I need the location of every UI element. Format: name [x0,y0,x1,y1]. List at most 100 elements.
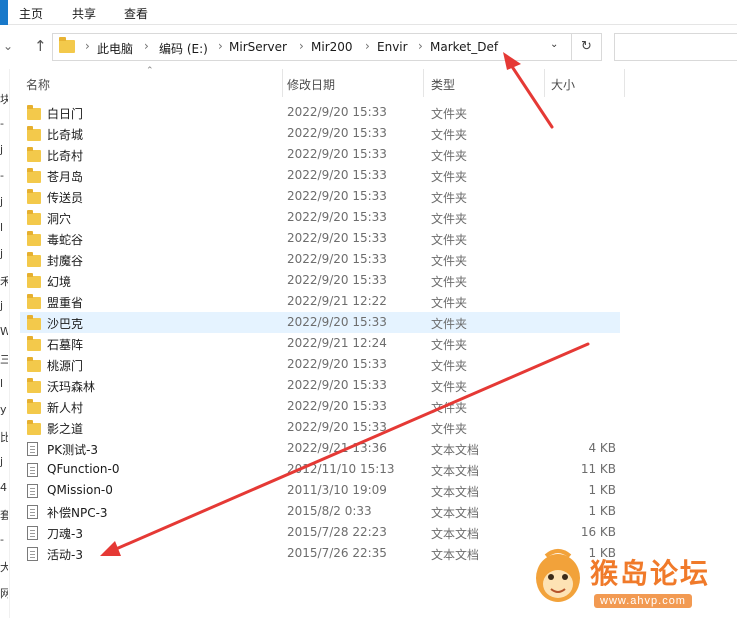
folder-icon [27,399,41,414]
column-header-name[interactable]: 名称 [20,69,282,99]
navigation-pane[interactable]: 块-j-jlj禾jW三ly比j4套-大网 [0,69,8,618]
file-row[interactable]: 石墓阵 2022/9/21 12:24 文件夹 [20,333,620,354]
file-name: 沃玛森林 [47,380,96,394]
file-list: 白日门 2022/9/20 15:33 文件夹 比奇城 2022/9/20 15:33 文… [20,102,620,564]
nav-pane-item[interactable]: j [0,195,8,208]
nav-pane-item[interactable]: 三 [0,351,8,367]
file-name: 幻境 [47,275,72,289]
chevron-down-icon[interactable]: ⌄ [550,39,558,50]
nav-pane-item[interactable]: - [0,169,8,182]
file-size: 1 KB [588,504,616,518]
folder-icon [27,378,41,393]
file-row[interactable]: 桃源门 2022/9/20 15:33 文件夹 [20,354,620,375]
text-document-icon [27,484,38,498]
nav-pane-item[interactable]: 网 [0,585,8,601]
nav-pane-item[interactable]: 块 [0,91,8,107]
file-name: QFunction-0 [47,462,120,476]
file-row[interactable]: 新人村 2022/9/20 15:33 文件夹 [20,396,620,417]
crumb-market-def[interactable]: Market_Def [430,40,498,54]
file-row[interactable]: 白日门 2022/9/20 15:33 文件夹 [20,102,620,123]
chevron-right-icon[interactable]: › [85,39,90,53]
up-arrow-icon[interactable]: ↑ [34,37,47,55]
chevron-right-icon[interactable]: › [365,39,370,53]
file-modified-date: 2022/9/20 15:33 [287,210,387,224]
file-modified-date: 2022/9/20 15:33 [287,147,387,161]
file-modified-date: 2022/9/20 15:33 [287,168,387,182]
nav-pane-item[interactable]: 禾 [0,273,8,289]
nav-pane-item[interactable]: y [0,403,8,416]
monkey-logo-icon [536,549,580,602]
file-row[interactable]: 补偿NPC-3 2015/8/2 0:33 文本文档 1 KB [20,501,620,522]
folder-icon [27,336,41,351]
crumb-mirserver[interactable]: MirServer [229,40,287,54]
folder-icon [27,315,41,330]
file-row[interactable]: 比奇城 2022/9/20 15:33 文件夹 [20,123,620,144]
crumb-drive[interactable]: 编码 (E:) [159,40,208,57]
column-header-type[interactable]: 类型 [424,69,544,99]
file-row[interactable]: 毒蛇谷 2022/9/20 15:33 文件夹 [20,228,620,249]
file-tab[interactable] [0,0,8,25]
file-modified-date: 2022/9/20 15:33 [287,315,387,329]
file-size: 16 KB [580,525,616,539]
file-row[interactable]: QFunction-0 2012/11/10 15:13 文本文档 11 KB [20,459,620,480]
nav-pane-item[interactable]: j [0,299,8,312]
nav-pane-item[interactable]: 4 [0,481,8,494]
folder-icon [27,357,41,372]
file-row[interactable]: 传送员 2022/9/20 15:33 文件夹 [20,186,620,207]
pane-divider[interactable] [9,69,10,618]
chevron-right-icon[interactable]: › [144,39,149,53]
chevron-right-icon[interactable]: › [218,39,223,53]
file-name: 苍月岛 [47,170,84,184]
nav-pane-item[interactable]: - [0,533,8,546]
file-row[interactable]: PK测试-3 2022/9/21 13:36 文本文档 4 KB [20,438,620,459]
file-name: 洞穴 [47,212,72,226]
tab-view[interactable]: 查看 [124,5,148,22]
file-modified-date: 2022/9/20 15:33 [287,378,387,392]
nav-pane-item[interactable]: 比 [0,429,8,445]
nav-pane-item[interactable]: j [0,455,8,468]
tab-share[interactable]: 共享 [72,5,96,22]
folder-icon [27,126,41,141]
chevron-right-icon[interactable]: › [418,39,423,53]
column-divider[interactable] [624,69,625,97]
file-row[interactable]: 沃玛森林 2022/9/20 15:33 文件夹 [20,375,620,396]
file-row[interactable]: 比奇村 2022/9/20 15:33 文件夹 [20,144,620,165]
file-row[interactable]: 幻境 2022/9/20 15:33 文件夹 [20,270,620,291]
nav-pane-item[interactable]: W [0,325,8,338]
nav-pane-item[interactable]: - [0,117,8,130]
column-label-size: 大小 [551,78,576,92]
back-chevron-icon[interactable]: ⌄ [3,39,13,53]
chevron-right-icon[interactable]: › [299,39,304,53]
address-bar[interactable]: › 此电脑 › 编码 (E:) › MirServer › Mir200 › E… [52,33,572,61]
nav-pane-item[interactable]: l [0,377,8,390]
crumb-this-pc[interactable]: 此电脑 [97,40,133,57]
file-row[interactable]: QMission-0 2011/3/10 19:09 文本文档 1 KB [20,480,620,501]
nav-pane-item[interactable]: j [0,143,8,156]
column-label-type: 类型 [431,78,456,92]
folder-icon [27,147,41,162]
file-row[interactable]: 盟重省 2022/9/21 12:22 文件夹 [20,291,620,312]
nav-pane-item[interactable]: 套 [0,507,8,523]
file-row[interactable]: 沙巴克 2022/9/20 15:33 文件夹 [20,312,620,333]
column-header-date[interactable]: 修改日期 [283,69,423,99]
file-row[interactable]: 洞穴 2022/9/20 15:33 文件夹 [20,207,620,228]
file-row[interactable]: 影之道 2022/9/20 15:33 文件夹 [20,417,620,438]
nav-pane-item[interactable]: j [0,247,8,260]
column-header-size[interactable]: 大小 [545,69,625,99]
file-row[interactable]: 封魔谷 2022/9/20 15:33 文件夹 [20,249,620,270]
nav-pane-item[interactable]: 大 [0,559,8,575]
file-name: QMission-0 [47,483,113,497]
forum-watermark: 猴岛论坛 www.ahvp.com [524,540,737,618]
search-input[interactable] [614,33,737,61]
tab-home[interactable]: 主页 [19,5,43,22]
crumb-mir200[interactable]: Mir200 [311,40,353,54]
file-type: 文件夹 [431,422,468,436]
file-modified-date: 2022/9/20 15:33 [287,231,387,245]
file-modified-date: 2022/9/20 15:33 [287,357,387,371]
refresh-button[interactable]: ↻ [572,33,602,61]
file-name: 新人村 [47,401,84,415]
nav-pane-item[interactable]: l [0,221,8,234]
file-row[interactable]: 苍月岛 2022/9/20 15:33 文件夹 [20,165,620,186]
crumb-envir[interactable]: Envir [377,40,408,54]
file-modified-date: 2022/9/20 15:33 [287,105,387,119]
